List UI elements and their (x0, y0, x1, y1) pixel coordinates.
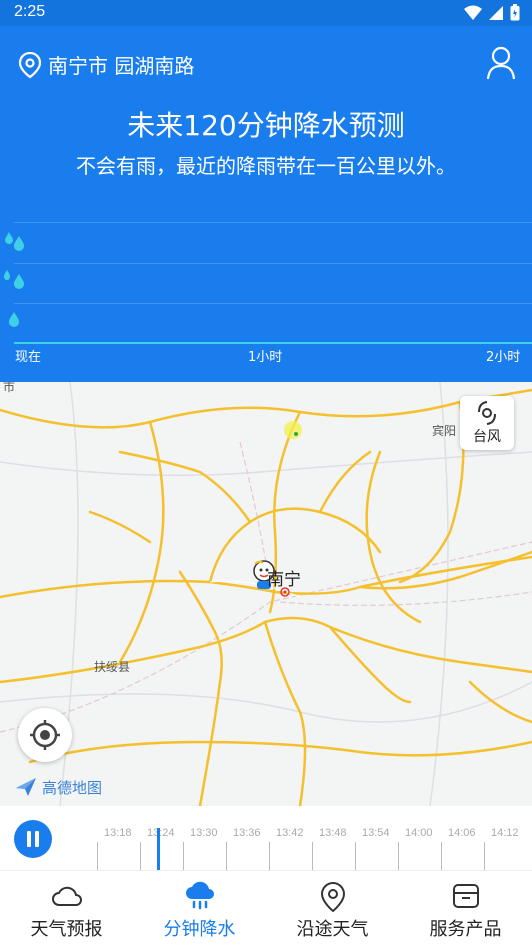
moderate-rain-icon (4, 270, 24, 289)
location-name: 南宁市 园湖南路 (48, 54, 195, 78)
chart-axis-1h: 1小时 (248, 350, 283, 365)
timeline-tick-label: 13:54 (362, 827, 390, 839)
forecast-summary: 不会有雨，最近的降雨带在一百公里以外。 (76, 154, 456, 178)
tab-weather-forecast[interactable]: 天气预报 (0, 871, 133, 945)
timeline-tick (97, 842, 98, 870)
amap-logo-text: 高德地图 (42, 778, 103, 797)
chart-gridline (14, 222, 532, 223)
status-icons (464, 4, 520, 21)
tab-label: 沿途天气 (296, 919, 369, 940)
timeline-tick (140, 842, 141, 870)
pause-icon (35, 831, 39, 847)
heavy-rain-icon (5, 232, 24, 251)
chart-baseline (14, 342, 532, 344)
forecast-title: 未来120分钟降水预测 (127, 109, 405, 142)
signal-icon (489, 5, 503, 20)
amap-logo: 高德地图 (14, 776, 102, 798)
box-icon (452, 884, 479, 908)
light-rain-icon (9, 312, 19, 327)
pause-button[interactable] (14, 820, 52, 858)
locate-me-button[interactable] (18, 708, 72, 762)
battery-icon (510, 4, 520, 21)
wifi-icon (464, 5, 482, 20)
rain-cloud-icon (185, 881, 214, 910)
typhoon-layer-button[interactable]: 台风 (460, 396, 514, 450)
timeline-tick (312, 842, 313, 870)
status-time: 2:25 (14, 3, 46, 20)
timeline-tick-label: 13:30 (190, 827, 218, 839)
timeline-tick (484, 842, 485, 870)
user-icon (486, 46, 516, 80)
timeline-tick-label: 14:12 (491, 827, 519, 839)
map-roads (0, 382, 532, 806)
tab-route-weather[interactable]: 沿途天气 (266, 871, 399, 945)
timeline-tick (269, 842, 270, 870)
bottom-tab-bar: 天气预报 分钟降水 沿途天气 服务产品 (0, 870, 532, 945)
typhoon-icon (478, 401, 496, 425)
chart-gridline (14, 263, 532, 264)
map-label-nanning: 南宁 (267, 570, 301, 590)
map-label-binyang: 宾阳 (432, 424, 457, 438)
timeline-tick-label: 13:18 (104, 827, 132, 839)
tab-label: 分钟降水 (163, 919, 236, 940)
tab-minute-precipitation[interactable]: 分钟降水 (133, 871, 266, 945)
amap-logo-icon (16, 778, 36, 796)
timeline-bar: 13:18 13:24 13:30 13:36 13:42 13:48 13:5… (0, 806, 532, 870)
chart-axis-2h: 2小时 (486, 350, 521, 365)
pause-icon (27, 831, 31, 847)
timeline-tick (355, 842, 356, 870)
timeline-cursor[interactable] (157, 828, 160, 870)
user-profile-button[interactable] (486, 46, 516, 84)
precipitation-header: 南宁市 园湖南路 未来120分钟降水预测 不会有雨，最近的降雨带在一百公里以外。… (0, 26, 532, 382)
timeline-tick-label: 14:06 (448, 827, 476, 839)
timeline-tick (183, 842, 184, 870)
chart-gridline (14, 303, 532, 304)
status-bar: 2:25 (0, 0, 532, 26)
timeline-tick-label: 14:00 (405, 827, 433, 839)
timeline-tick-label: 13:36 (233, 827, 261, 839)
precipitation-map[interactable]: 南宁 扶绥县 宾阳 市 (0, 382, 532, 806)
map-label-edge: 市 (3, 382, 16, 394)
timeline-tick-label: 13:42 (276, 827, 304, 839)
route-pin-icon (320, 881, 345, 913)
tab-label: 服务产品 (429, 919, 502, 940)
crosshair-icon (30, 720, 60, 750)
tab-service-products[interactable]: 服务产品 (399, 871, 532, 945)
location-selector[interactable]: 南宁市 园湖南路 (18, 50, 194, 79)
tab-label: 天气预报 (30, 919, 103, 940)
timeline-tick (441, 842, 442, 870)
cloud-icon (51, 886, 82, 906)
chart-axis-now: 现在 (15, 350, 42, 365)
timeline-tick (226, 842, 227, 870)
timeline-tick (398, 842, 399, 870)
timeline-tick-label: 13:48 (319, 827, 347, 839)
location-pin-icon (18, 51, 42, 78)
timeline-tick-label: 13:24 (147, 827, 175, 839)
typhoon-label: 台风 (473, 429, 501, 445)
map-label-fusui: 扶绥县 (94, 660, 131, 674)
